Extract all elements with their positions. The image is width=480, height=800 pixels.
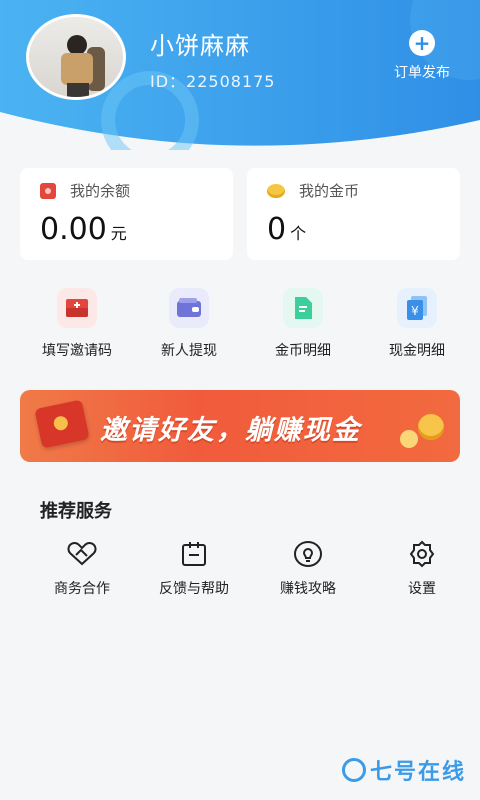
invite-code-icon — [57, 288, 97, 328]
banner-text: 邀请好友，躺赚现金 — [100, 415, 361, 446]
lightbulb-icon — [292, 538, 324, 570]
quick-action-label: 新人提现 — [161, 343, 217, 359]
coin-icon — [267, 183, 285, 198]
watermark-text: 七号在线 — [369, 760, 466, 785]
coin-icon — [400, 430, 418, 448]
service-label: 反馈与帮助 — [159, 581, 229, 597]
user-id: ID：22508175 — [150, 72, 276, 91]
service-business-cooperation[interactable]: 商务合作 — [22, 538, 142, 598]
service-label: 商务合作 — [54, 581, 110, 597]
red-envelope-icon — [34, 399, 90, 449]
quick-action-label: 现金明细 — [389, 343, 445, 359]
red-wallet-icon — [40, 182, 56, 199]
service-label: 赚钱攻略 — [280, 581, 336, 597]
document-icon — [283, 288, 323, 328]
quick-action-cash-details[interactable]: ¥ 现金明细 — [362, 288, 472, 360]
coins-unit: 个 — [290, 224, 307, 243]
service-settings[interactable]: 设置 — [362, 538, 480, 598]
username: 小饼麻麻 — [150, 32, 250, 60]
avatar[interactable] — [26, 14, 126, 100]
yuan-card-icon: ¥ — [397, 288, 437, 328]
clipboard-icon — [178, 538, 210, 570]
plus-icon: + — [409, 30, 435, 56]
quick-action-label: 金币明细 — [275, 343, 331, 359]
coins-card[interactable]: 我的金币 0个 — [247, 168, 460, 260]
service-feedback-help[interactable]: 反馈与帮助 — [134, 538, 254, 598]
coins-amount: 0 — [267, 212, 287, 247]
balance-card[interactable]: 我的余额 0.00 元 — [20, 168, 233, 260]
watermark-logo-icon — [341, 758, 366, 782]
balance-unit: 元 — [110, 224, 127, 243]
handshake-icon — [66, 538, 98, 570]
quick-action-coin-details[interactable]: 金币明细 — [248, 288, 358, 360]
coin-icon — [418, 414, 444, 440]
service-earning-guide[interactable]: 赚钱攻略 — [248, 538, 368, 598]
coins-title: 我的金币 — [299, 182, 360, 200]
svg-text:¥: ¥ — [411, 304, 419, 318]
watermark: 七号在线 — [341, 754, 466, 786]
quick-action-label: 填写邀请码 — [42, 343, 112, 359]
quick-action-invite-code[interactable]: 填写邀请码 — [22, 288, 132, 360]
quick-actions: 填写邀请码 新人提现 金币明细 ¥ 现金明细 — [0, 288, 480, 368]
balance-amount: 0.00 — [40, 212, 107, 247]
publish-order-label: 订单发布 — [394, 65, 450, 81]
quick-action-withdraw[interactable]: 新人提现 — [134, 288, 244, 360]
gear-icon — [406, 538, 438, 570]
balance-title: 我的余额 — [70, 182, 131, 200]
invite-friends-banner[interactable]: 邀请好友，躺赚现金 — [20, 390, 460, 462]
services-title: 推荐服务 — [40, 501, 112, 522]
service-label: 设置 — [408, 581, 436, 597]
publish-order-button[interactable]: + 订单发布 — [382, 30, 462, 82]
wallet-icon — [169, 288, 209, 328]
